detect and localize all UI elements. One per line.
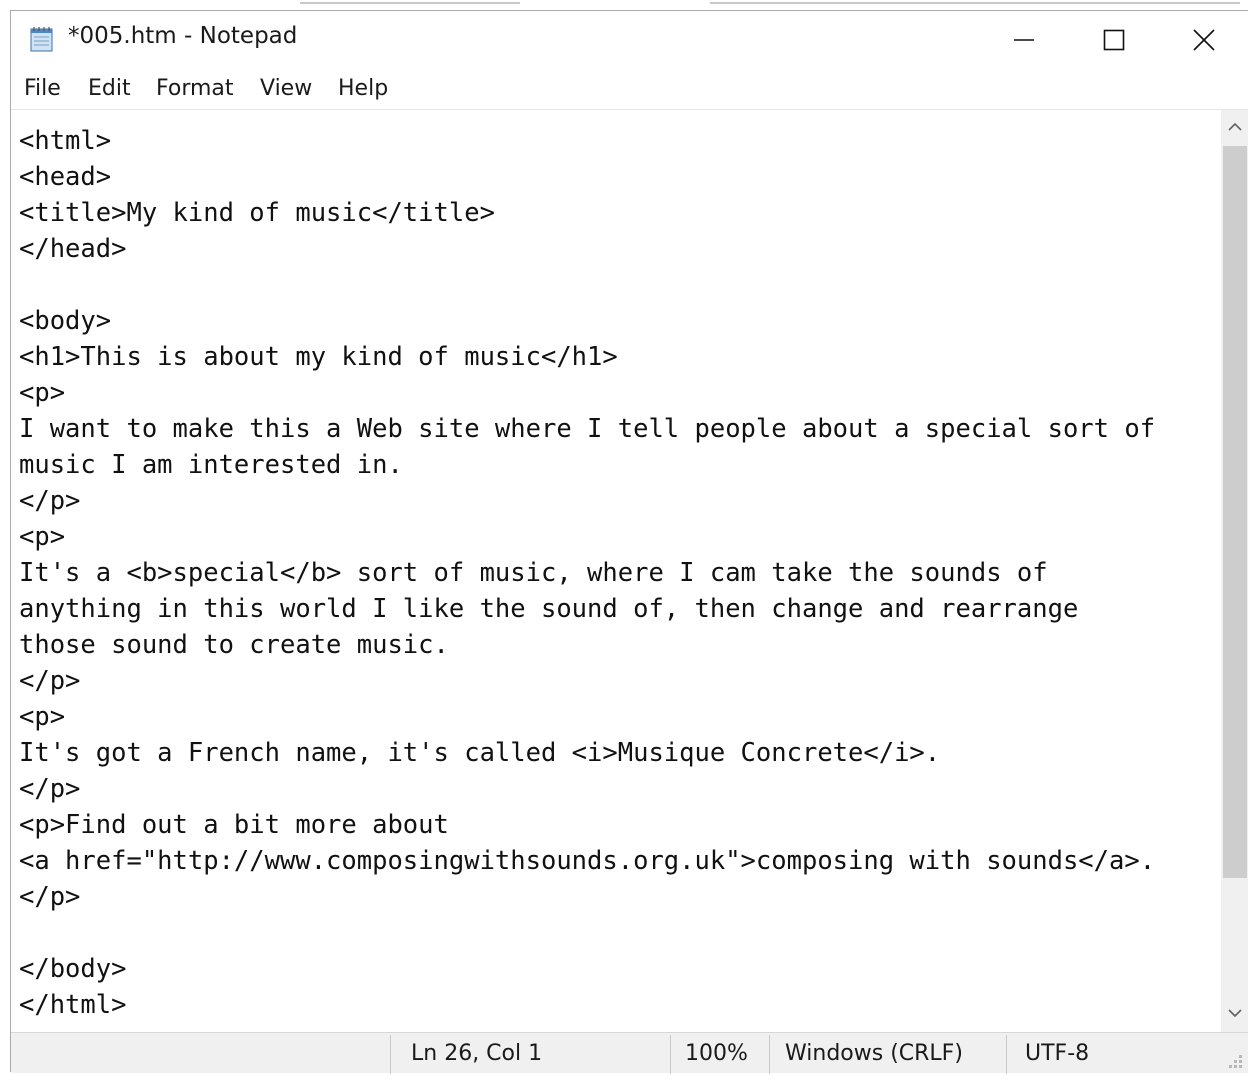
vertical-scrollbar[interactable]: [1221, 110, 1248, 1032]
code-line: <title>My kind of music</title>: [19, 198, 495, 228]
code-line: <p>: [19, 378, 66, 408]
code-line: <p>Find out a bit more about: [19, 810, 449, 840]
encoding: UTF-8: [1025, 1041, 1090, 1066]
code-line: <h1>This is about my kind of music</h1>: [19, 342, 618, 372]
chevron-down-icon: [1228, 1009, 1242, 1018]
resize-grip-icon[interactable]: [1221, 1049, 1245, 1071]
code-line: <body>: [19, 306, 112, 336]
menu-view[interactable]: View: [260, 76, 312, 101]
code-line: It's a <b>special</b> sort of music, whe…: [19, 558, 1048, 588]
code-line: <a href="http://www.composingwithsounds.…: [19, 846, 1156, 876]
menu-bar: File Edit Format View Help: [11, 71, 1248, 109]
menu-help[interactable]: Help: [338, 76, 388, 101]
text-editor[interactable]: <html> <head> <title>My kind of music</tit…: [11, 110, 1221, 1032]
code-line: <head>: [19, 162, 112, 192]
zoom-level: 100%: [685, 1041, 748, 1066]
code-line: <p>: [19, 522, 66, 552]
cursor-position: Ln 26, Col 1: [411, 1041, 543, 1066]
code-line: </head>: [19, 234, 127, 264]
scroll-down-button[interactable]: [1221, 996, 1248, 1032]
code-line: </p>: [19, 666, 81, 696]
chevron-up-icon: [1228, 122, 1242, 131]
code-line: </html>: [19, 990, 127, 1020]
status-divider: [670, 1035, 671, 1074]
menu-file[interactable]: File: [24, 76, 61, 101]
menu-format[interactable]: Format: [156, 76, 234, 101]
code-line: anything in this world I like the sound …: [19, 594, 1079, 624]
code-line: <p>: [19, 702, 66, 732]
status-bar: Ln 26, Col 1 100% Windows (CRLF) UTF-8: [11, 1032, 1248, 1074]
notepad-icon[interactable]: [28, 26, 54, 52]
code-line: It's got a French name, it's called <i>M…: [19, 738, 941, 768]
window-title: *005.htm - Notepad: [68, 23, 298, 49]
status-divider: [390, 1035, 391, 1074]
maximize-icon: [1103, 29, 1125, 51]
maximize-button[interactable]: [1069, 11, 1159, 69]
scroll-up-button[interactable]: [1221, 110, 1248, 146]
code-line: music I am interested in.: [19, 450, 403, 480]
code-line: </p>: [19, 882, 81, 912]
code-line: </p>: [19, 774, 81, 804]
notepad-window: *005.htm - Notepad File Edit Format View…: [10, 10, 1248, 1074]
menu-edit[interactable]: Edit: [88, 76, 131, 101]
minimize-button[interactable]: [979, 11, 1069, 69]
code-line: </body>: [19, 954, 127, 984]
status-divider: [1006, 1035, 1007, 1074]
code-line: those sound to create music.: [19, 630, 449, 660]
line-endings: Windows (CRLF): [785, 1041, 963, 1066]
background-window-edge: [0, 0, 1248, 10]
close-button[interactable]: [1159, 11, 1248, 69]
status-divider: [769, 1035, 770, 1074]
code-line: </p>: [19, 486, 81, 516]
code-line: <html>: [19, 126, 112, 156]
scroll-thumb[interactable]: [1223, 146, 1247, 878]
code-line: I want to make this a Web site where I t…: [19, 414, 1156, 444]
title-bar[interactable]: *005.htm - Notepad: [11, 11, 1248, 71]
minimize-icon: [1014, 39, 1034, 41]
close-icon: [1193, 29, 1215, 51]
